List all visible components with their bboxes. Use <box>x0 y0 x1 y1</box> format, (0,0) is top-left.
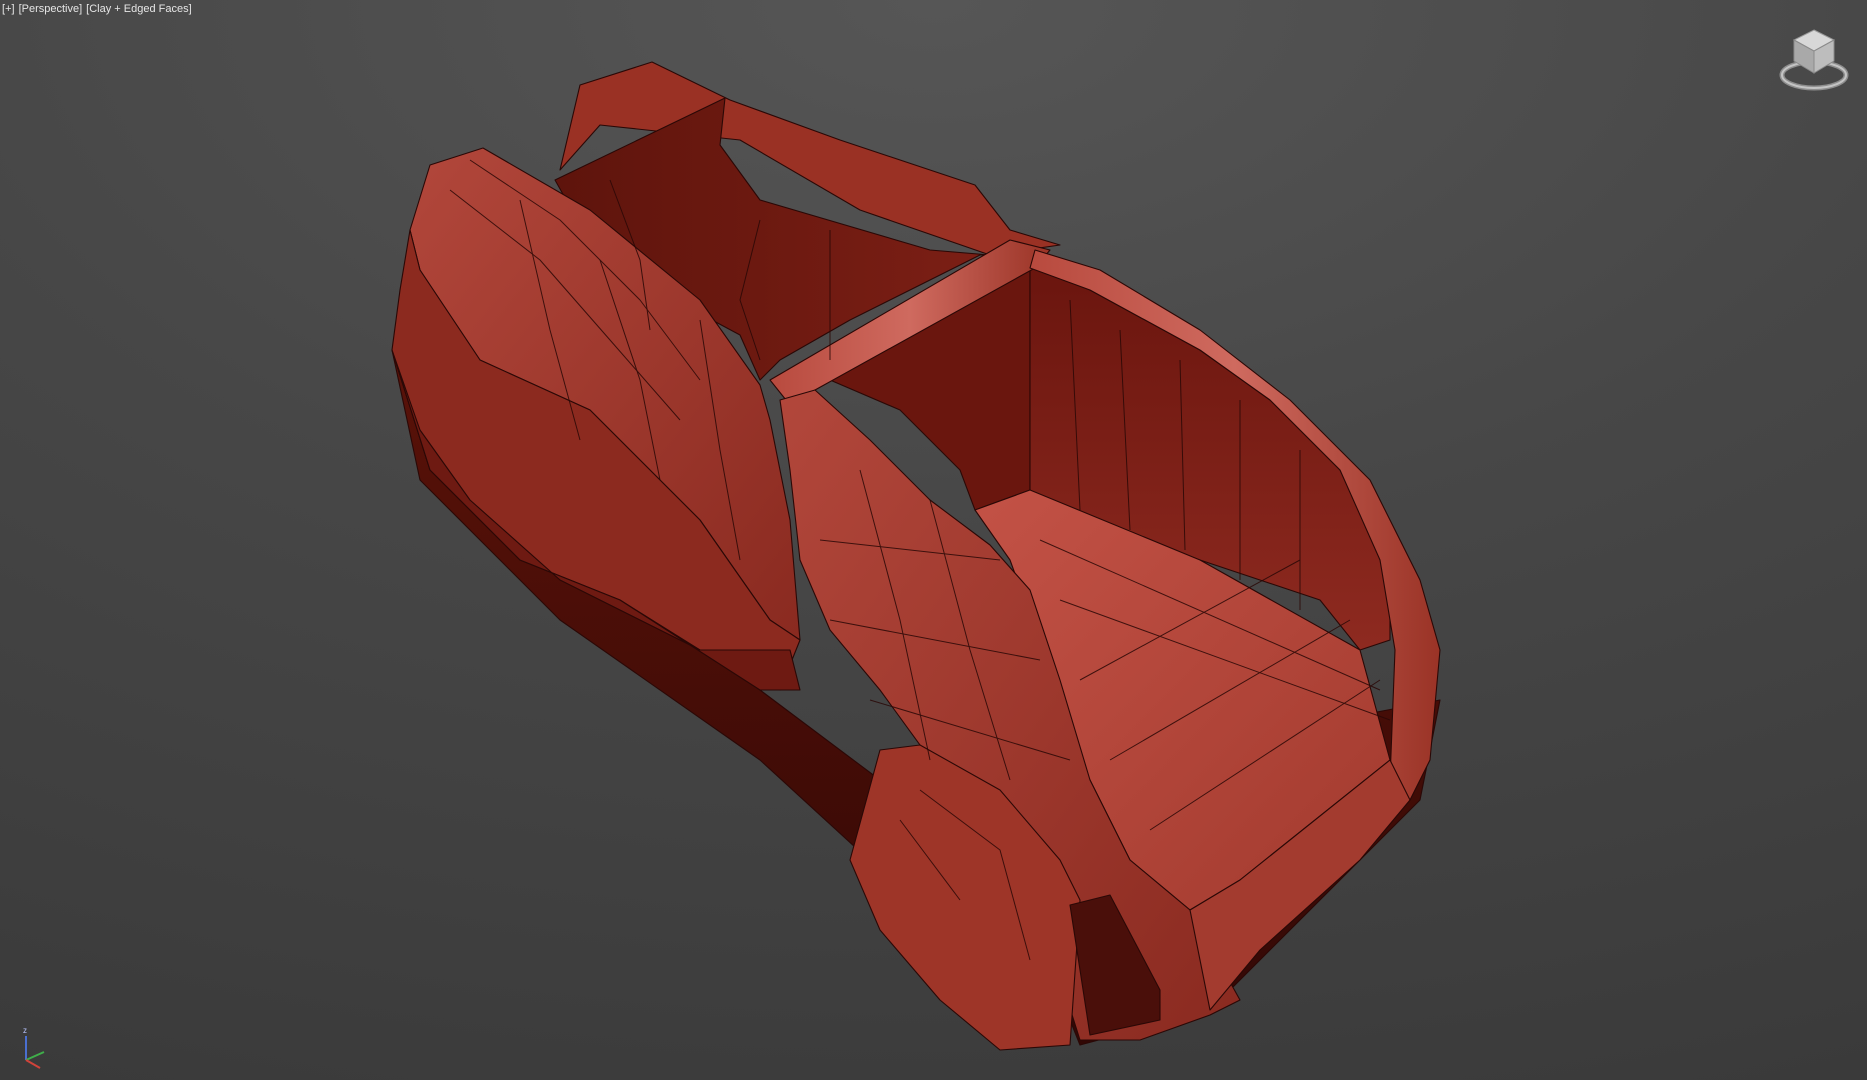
viewcube-icon[interactable] <box>1778 25 1850 95</box>
axis-tripod-icon: z <box>23 1026 45 1069</box>
clay-model-render[interactable] <box>0 0 1867 1080</box>
perspective-viewport[interactable]: [+] [Perspective] [Clay + Edged Faces] z <box>0 0 1867 1080</box>
axis-label-z: z <box>23 1026 27 1035</box>
